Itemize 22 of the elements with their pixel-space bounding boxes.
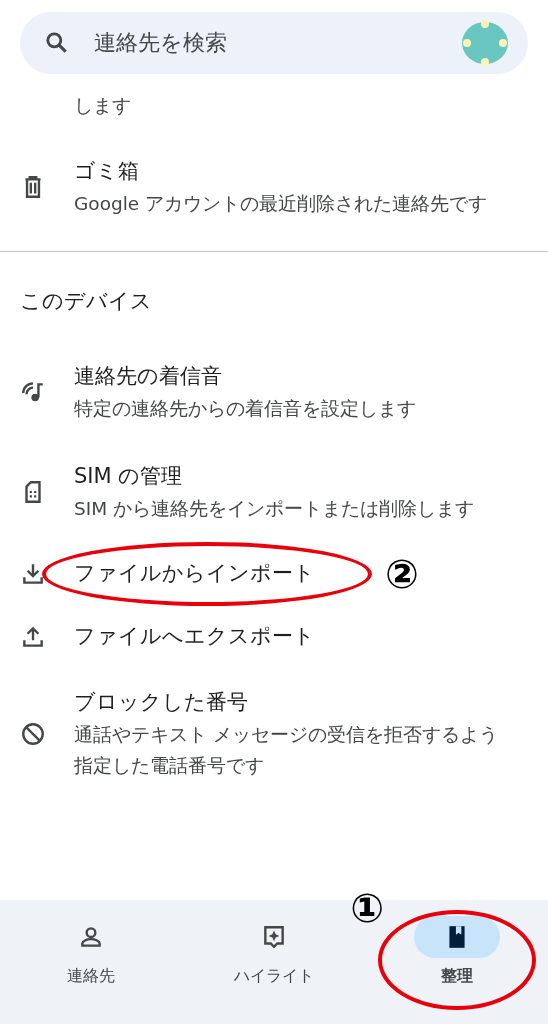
item-title[interactable]: ファイルへエクスポート <box>74 620 315 653</box>
item-title[interactable]: ブロックした番号 <box>74 686 514 719</box>
item-title[interactable]: ゴミ箱 <box>74 155 488 188</box>
annotation-number: ② <box>385 552 419 596</box>
annotation-number: ① <box>350 886 385 930</box>
item-title[interactable]: ファイルからインポート <box>74 557 315 590</box>
search-icon <box>44 30 70 56</box>
nav-tab[interactable]: 連絡先 <box>48 916 135 1024</box>
item-subtitle: 特定の連絡先からの着信音を設定します <box>74 397 416 421</box>
search-field[interactable]: 連絡先を検索 <box>20 12 528 74</box>
item-subtitle: Google アカウントの最近削除された連絡先です <box>74 192 488 216</box>
item-subtitle: します <box>74 94 131 118</box>
item-subtitle: SIM から連絡先をインポートまたは削除します <box>74 497 475 521</box>
block-icon <box>20 720 46 747</box>
avatar-icon[interactable] <box>462 20 508 66</box>
section-heading: このデバイス <box>20 288 153 315</box>
item-title[interactable]: 連絡先の着信音 <box>74 360 416 393</box>
nav-tab[interactable]: 整理 <box>413 916 500 1024</box>
item-subtitle: 通話やテキスト メッセージの受信を拒否するよう指定した電話番号です <box>74 723 499 778</box>
sparkle-icon <box>261 924 287 950</box>
nav-tab[interactable]: ハイライト <box>231 916 317 1024</box>
item-title[interactable]: SIM の管理 <box>74 460 475 493</box>
